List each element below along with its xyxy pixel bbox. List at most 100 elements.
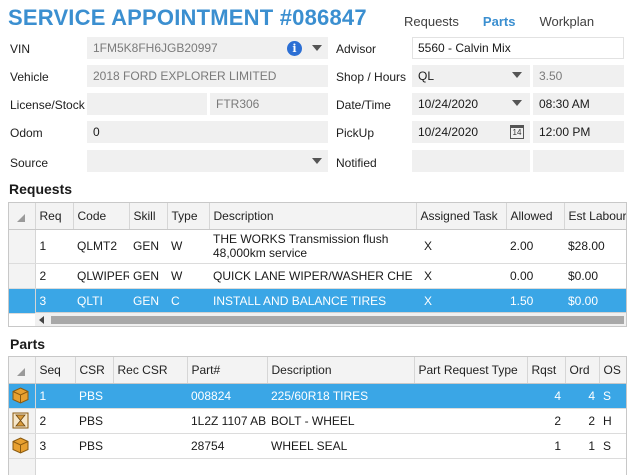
- cell-est-labour: $0.00: [564, 288, 626, 314]
- pickup-time-field[interactable]: 12:00 PM: [533, 121, 624, 143]
- date-dropdown-chevron-icon[interactable]: [512, 100, 522, 106]
- cell-os: H: [599, 408, 626, 434]
- table-row-empty: [9, 458, 626, 475]
- page-title: SERVICE APPOINTMENT #086847: [8, 5, 367, 30]
- requests-section-title: Requests: [9, 181, 73, 197]
- cell-code: QLWIPER: [73, 263, 129, 289]
- time-field[interactable]: 08:30 AM: [533, 93, 624, 115]
- cell-code: QLTI: [73, 288, 129, 314]
- cell-ord: 4: [565, 383, 599, 409]
- cell-csr: PBS: [75, 408, 113, 434]
- box-icon: [12, 437, 29, 454]
- cell-assigned-task: X: [416, 288, 506, 314]
- advisor-field[interactable]: 5560 - Calvin Mix: [412, 37, 624, 59]
- cell-part-number: 28754: [187, 433, 267, 459]
- vehicle-label: Vehicle: [10, 70, 49, 84]
- col-rec-csr[interactable]: Rec CSR: [113, 357, 188, 384]
- col-part-request-type[interactable]: Part Request Type: [414, 357, 528, 384]
- advisor-label: Advisor: [336, 42, 377, 56]
- notified-field[interactable]: [412, 150, 530, 172]
- hours-field[interactable]: 3.50: [533, 65, 624, 87]
- col-seq[interactable]: Seq: [35, 357, 76, 384]
- table-row[interactable]: 2 PBS 1L2Z 1107 AB BOLT - WHEEL 2 2 H: [9, 408, 626, 434]
- vin-dropdown-chevron-icon[interactable]: [312, 45, 322, 51]
- cell-type: W: [167, 263, 209, 289]
- requests-grid: Req Code Skill Type Description Assigned…: [8, 202, 627, 327]
- license-field[interactable]: [87, 93, 207, 115]
- cell-skill: GEN: [129, 263, 167, 289]
- info-icon[interactable]: i: [287, 41, 302, 56]
- grid-corner: [9, 203, 36, 230]
- datetime-label: Date/Time: [336, 98, 391, 112]
- scroll-left-icon[interactable]: [39, 316, 44, 324]
- cell-part-number: 008824: [187, 383, 267, 409]
- nav-tabs: Requests Parts Workplan: [404, 14, 618, 29]
- table-row-selected[interactable]: 3 QLTI GEN C INSTALL AND BALANCE TIRES X…: [9, 288, 626, 314]
- table-row[interactable]: 2 QLWIPER GEN W QUICK LANE WIPER/WASHER …: [9, 263, 626, 289]
- col-description[interactable]: Description: [209, 203, 417, 230]
- cell-seq: 2: [35, 408, 75, 434]
- col-part-number[interactable]: Part#: [187, 357, 268, 384]
- col-code[interactable]: Code: [73, 203, 130, 230]
- stock-field[interactable]: FTR306: [210, 93, 328, 115]
- cell-rqst: 2: [527, 408, 565, 434]
- table-row-selected[interactable]: 1 PBS 008824 225/60R18 TIRES 4 4 S: [9, 383, 626, 409]
- vin-label: VIN: [10, 42, 31, 56]
- cell-req: 2: [35, 263, 73, 289]
- cell-description: BOLT - WHEEL: [267, 408, 414, 434]
- cell-type: W: [167, 229, 209, 264]
- shop-hours-label: Shop / Hours: [336, 70, 407, 84]
- row-status-cell: [9, 433, 36, 459]
- hourglass-icon: [12, 412, 29, 429]
- col-rqst[interactable]: Rqst: [527, 357, 566, 384]
- vehicle-field[interactable]: 2018 FORD EXPLORER LIMITED: [87, 65, 328, 87]
- col-csr[interactable]: CSR: [75, 357, 114, 384]
- cell-part-request-type: [414, 433, 527, 459]
- col-req[interactable]: Req: [35, 203, 74, 230]
- col-assigned-task[interactable]: Assigned Task: [416, 203, 507, 230]
- cell-description: WHEEL SEAL: [267, 433, 414, 459]
- tab-workplan[interactable]: Workplan: [539, 14, 594, 29]
- table-row[interactable]: 3 PBS 28754 WHEEL SEAL 1 1 S: [9, 433, 626, 459]
- grid-corner: [9, 357, 36, 384]
- cell-skill: GEN: [129, 229, 167, 264]
- cell-allowed: 2.00: [506, 229, 564, 264]
- cell-allowed: 0.00: [506, 263, 564, 289]
- col-ord[interactable]: Ord: [565, 357, 600, 384]
- cell-rqst: 1: [527, 433, 565, 459]
- notified-label: Notified: [336, 156, 377, 170]
- cell-ord: 1: [565, 433, 599, 459]
- tab-parts[interactable]: Parts: [483, 14, 516, 29]
- cell-part-request-type: [414, 408, 527, 434]
- parts-grid: Seq CSR Rec CSR Part# Description Part R…: [8, 356, 627, 475]
- cell-type: C: [167, 288, 209, 314]
- source-select[interactable]: [87, 150, 328, 172]
- requests-horizontal-scrollbar[interactable]: [35, 312, 626, 326]
- odom-field[interactable]: 0: [87, 121, 328, 143]
- cell-seq: 1: [35, 383, 75, 409]
- col-est-labour[interactable]: Est Labour: [564, 203, 626, 230]
- shop-dropdown-chevron-icon[interactable]: [512, 72, 522, 78]
- col-type[interactable]: Type: [167, 203, 210, 230]
- cell-seq: 3: [35, 433, 75, 459]
- table-row[interactable]: 1 QLMT2 GEN W THE WORKS Transmission flu…: [9, 229, 626, 264]
- col-allowed[interactable]: Allowed: [506, 203, 565, 230]
- tab-requests[interactable]: Requests: [404, 14, 459, 29]
- notified-extra-field[interactable]: [533, 150, 624, 172]
- cell-rec-csr: [113, 433, 187, 459]
- cell-est-labour: $28.00: [564, 229, 626, 264]
- row-status-cell: [9, 408, 36, 434]
- col-description[interactable]: Description: [267, 357, 415, 384]
- cell-rqst: 4: [527, 383, 565, 409]
- parts-section-title: Parts: [10, 336, 46, 352]
- scrollbar-thumb[interactable]: [51, 316, 624, 324]
- col-skill[interactable]: Skill: [129, 203, 168, 230]
- cell-csr: PBS: [75, 383, 113, 409]
- calendar-icon[interactable]: 14: [510, 125, 524, 139]
- cell-code: QLMT2: [73, 229, 129, 264]
- source-label: Source: [10, 156, 49, 170]
- description-line-1: THE WORKS Transmission flush: [213, 232, 389, 246]
- cell-allowed: 1.50: [506, 288, 564, 314]
- source-dropdown-chevron-icon[interactable]: [312, 158, 322, 164]
- col-os[interactable]: OS: [599, 357, 626, 384]
